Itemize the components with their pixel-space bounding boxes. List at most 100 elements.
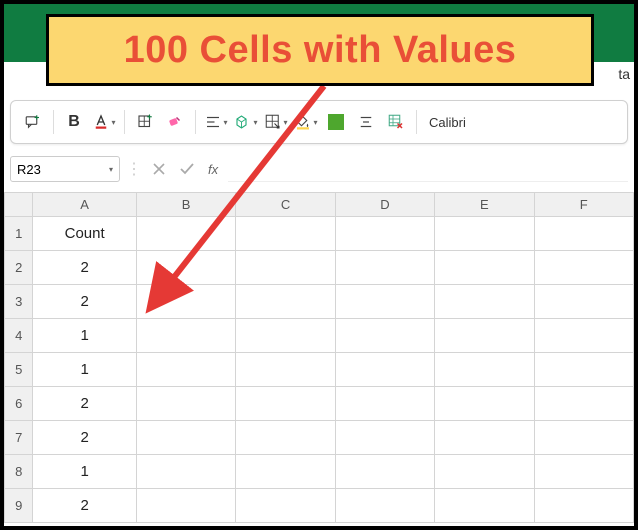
cell[interactable] bbox=[534, 421, 633, 455]
cell[interactable] bbox=[534, 251, 633, 285]
row-header[interactable]: 2 bbox=[5, 251, 33, 285]
cell[interactable] bbox=[236, 319, 335, 353]
cell[interactable]: 2 bbox=[33, 285, 136, 319]
separator bbox=[416, 110, 417, 134]
bold-button[interactable]: B bbox=[60, 107, 88, 137]
cell[interactable] bbox=[335, 251, 434, 285]
cell[interactable] bbox=[335, 319, 434, 353]
name-box[interactable]: R23 ▾ bbox=[10, 156, 120, 182]
cell[interactable] bbox=[534, 285, 633, 319]
delete-table-button[interactable] bbox=[382, 107, 410, 137]
cell[interactable] bbox=[435, 421, 534, 455]
annotation-text: 100 Cells with Values bbox=[124, 29, 517, 72]
cell[interactable]: 1 bbox=[33, 353, 136, 387]
insert-object-button[interactable]: ▾ bbox=[232, 107, 260, 137]
table-row: 62 bbox=[5, 387, 634, 421]
cell[interactable] bbox=[335, 285, 434, 319]
chevron-down-icon: ▾ bbox=[283, 118, 287, 127]
new-comment-button[interactable] bbox=[19, 107, 47, 137]
cell[interactable] bbox=[335, 455, 434, 489]
cell[interactable] bbox=[236, 251, 335, 285]
cell[interactable] bbox=[136, 489, 235, 523]
column-header[interactable]: A bbox=[33, 193, 136, 217]
column-header[interactable]: D bbox=[335, 193, 434, 217]
row-header[interactable]: 5 bbox=[5, 353, 33, 387]
cell[interactable] bbox=[534, 319, 633, 353]
cell[interactable] bbox=[136, 285, 235, 319]
center-align-button[interactable] bbox=[352, 107, 380, 137]
separator bbox=[53, 110, 54, 134]
cell[interactable]: 2 bbox=[33, 387, 136, 421]
cell[interactable] bbox=[534, 353, 633, 387]
cell[interactable] bbox=[435, 353, 534, 387]
font-name-label[interactable]: Calibri bbox=[429, 115, 466, 130]
spreadsheet-grid[interactable]: A B C D E F 1Count2232415162728192 bbox=[4, 192, 634, 526]
cell[interactable] bbox=[136, 319, 235, 353]
cell[interactable] bbox=[435, 387, 534, 421]
cell[interactable] bbox=[136, 387, 235, 421]
fill-swatch-icon bbox=[328, 114, 344, 130]
cell[interactable] bbox=[335, 353, 434, 387]
row-header[interactable]: 1 bbox=[5, 217, 33, 251]
cell[interactable] bbox=[435, 455, 534, 489]
cell[interactable] bbox=[236, 387, 335, 421]
cell[interactable] bbox=[136, 251, 235, 285]
row-header[interactable]: 3 bbox=[5, 285, 33, 319]
cell[interactable] bbox=[534, 387, 633, 421]
column-header[interactable]: C bbox=[236, 193, 335, 217]
column-header[interactable]: E bbox=[435, 193, 534, 217]
cell[interactable] bbox=[236, 353, 335, 387]
cell[interactable] bbox=[335, 489, 434, 523]
column-header[interactable]: F bbox=[534, 193, 633, 217]
cell[interactable]: Count bbox=[33, 217, 136, 251]
row-header[interactable]: 6 bbox=[5, 387, 33, 421]
quick-toolbar: B ▾ ▾ ▾ ▾ ▾ bbox=[10, 100, 628, 144]
cell[interactable] bbox=[435, 251, 534, 285]
cell[interactable] bbox=[236, 455, 335, 489]
conditional-format-button[interactable]: ▾ bbox=[262, 107, 290, 137]
formula-input[interactable] bbox=[228, 156, 628, 182]
row-header[interactable]: 7 bbox=[5, 421, 33, 455]
cell[interactable]: 2 bbox=[33, 251, 136, 285]
font-color-button[interactable]: ▾ bbox=[90, 107, 118, 137]
cell[interactable]: 2 bbox=[33, 489, 136, 523]
row-header[interactable]: 8 bbox=[5, 455, 33, 489]
fx-label[interactable]: fx bbox=[208, 162, 218, 177]
column-header[interactable]: B bbox=[136, 193, 235, 217]
ribbon-tab-partial: ta bbox=[618, 66, 630, 82]
fill-color-button[interactable]: ▾ bbox=[292, 107, 320, 137]
cancel-formula-button[interactable] bbox=[148, 158, 170, 180]
cell[interactable]: 1 bbox=[33, 319, 136, 353]
cell[interactable] bbox=[335, 217, 434, 251]
cell[interactable] bbox=[534, 217, 633, 251]
cell[interactable] bbox=[435, 285, 534, 319]
cell[interactable] bbox=[534, 455, 633, 489]
confirm-formula-button[interactable] bbox=[176, 158, 198, 180]
chevron-down-icon: ▾ bbox=[253, 118, 257, 127]
cell[interactable] bbox=[136, 455, 235, 489]
row-header[interactable]: 4 bbox=[5, 319, 33, 353]
cell[interactable] bbox=[136, 353, 235, 387]
cell-fill-button[interactable] bbox=[322, 107, 350, 137]
cell[interactable] bbox=[136, 217, 235, 251]
cell[interactable] bbox=[236, 489, 335, 523]
cell[interactable] bbox=[335, 387, 434, 421]
cell[interactable]: 2 bbox=[33, 421, 136, 455]
align-button[interactable]: ▾ bbox=[202, 107, 230, 137]
cell[interactable] bbox=[236, 217, 335, 251]
cell[interactable] bbox=[335, 421, 434, 455]
clear-format-button[interactable] bbox=[161, 107, 189, 137]
table-row: 32 bbox=[5, 285, 634, 319]
row-header[interactable]: 9 bbox=[5, 489, 33, 523]
cell[interactable] bbox=[435, 319, 534, 353]
cell[interactable] bbox=[136, 421, 235, 455]
cell[interactable] bbox=[534, 489, 633, 523]
cell[interactable] bbox=[236, 421, 335, 455]
cell[interactable] bbox=[435, 489, 534, 523]
select-all-corner[interactable] bbox=[5, 193, 33, 217]
chevron-down-icon[interactable]: ▾ bbox=[109, 165, 113, 174]
insert-cells-button[interactable] bbox=[131, 107, 159, 137]
cell[interactable] bbox=[435, 217, 534, 251]
cell[interactable] bbox=[236, 285, 335, 319]
cell[interactable]: 1 bbox=[33, 455, 136, 489]
